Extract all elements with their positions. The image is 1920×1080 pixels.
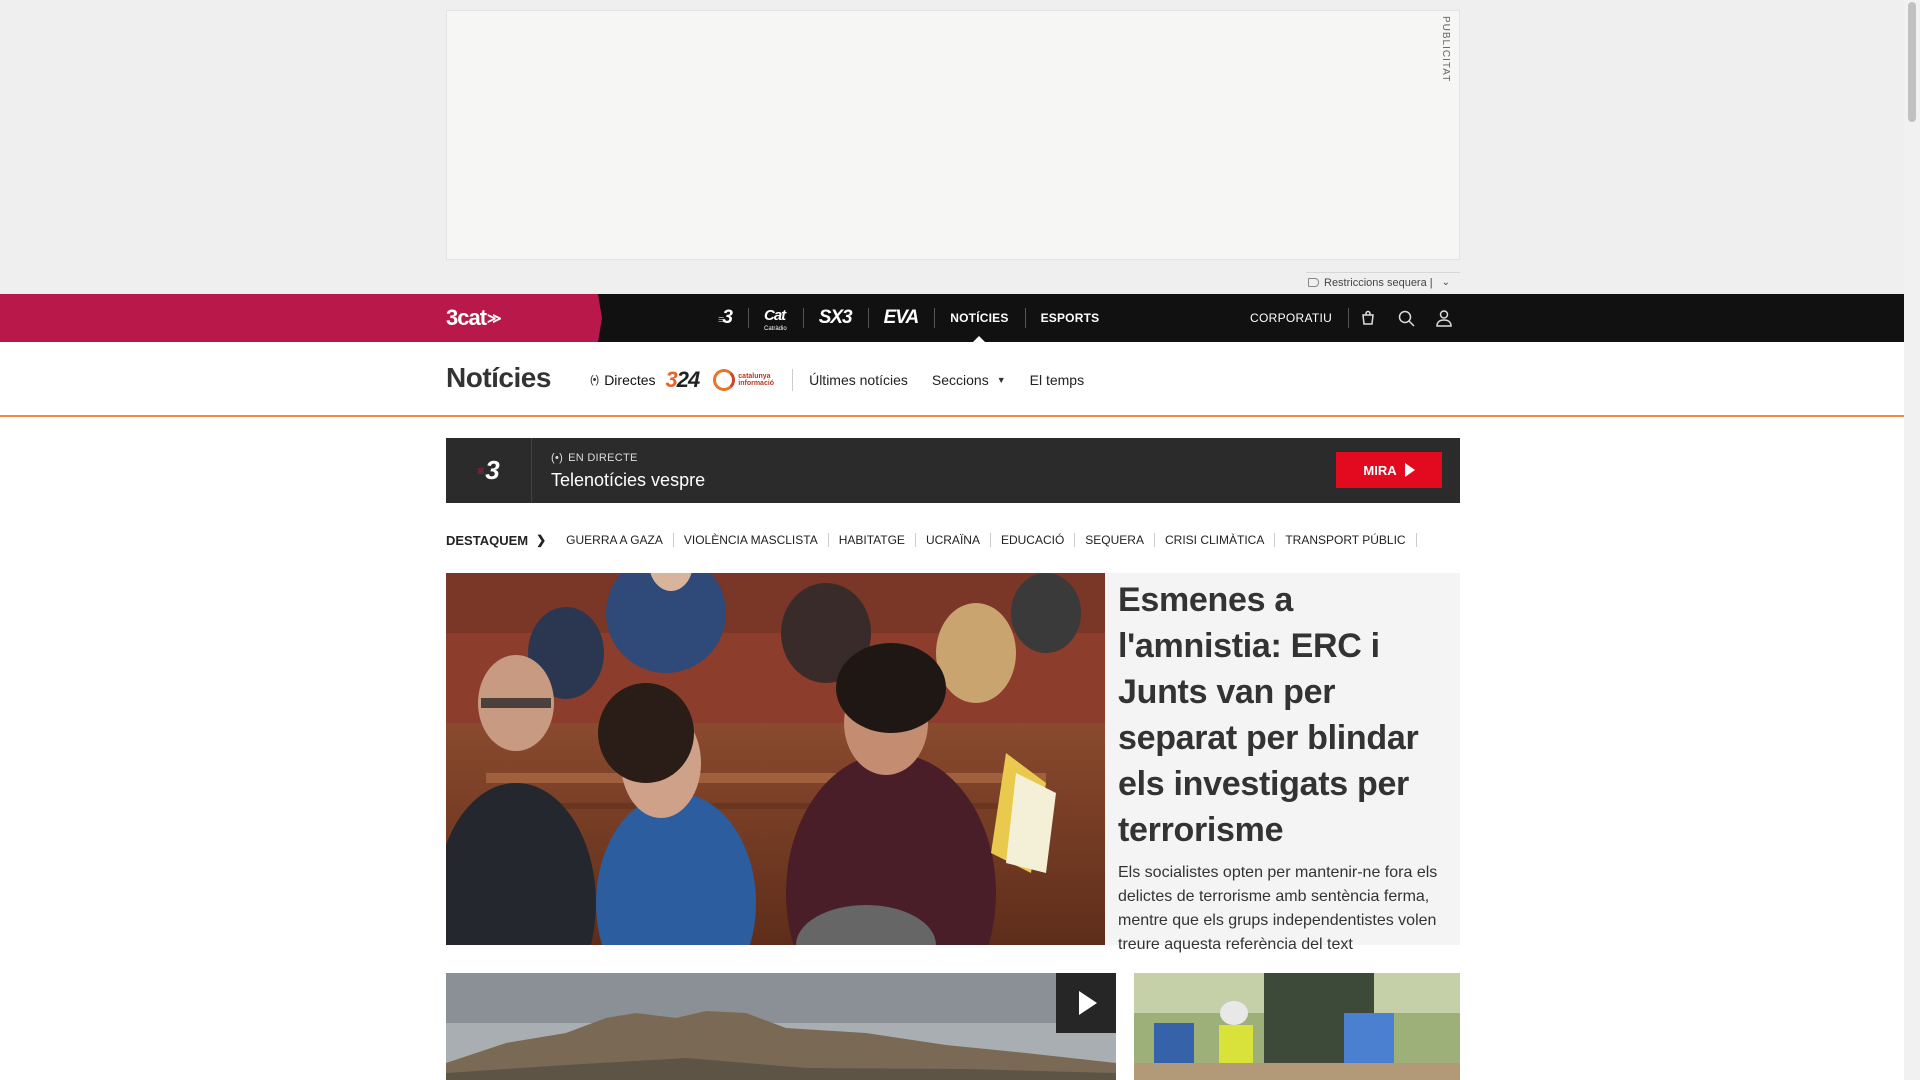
brand-arrows-icon: ≫	[487, 309, 502, 326]
topic-link[interactable]: VIOLÈNCIA MASCLISTA	[674, 533, 829, 547]
top-navigation-bar: 3cat ≫ ≡3 Cat Catràdio SX3 EVA NOTÍCIES …	[0, 294, 1904, 342]
ad-slot[interactable]	[446, 10, 1460, 260]
seccions-dropdown[interactable]: Seccions ▼	[932, 372, 1006, 388]
channel-nav: ≡3 Cat Catràdio SX3 EVA NOTÍCIES ESPORTS	[702, 294, 1115, 342]
live-program-title[interactable]: Telenotícies vespre	[551, 470, 705, 491]
topic-link[interactable]: GUERRA A GAZA	[566, 533, 674, 547]
nav-corporatiu[interactable]: CORPORATIU	[1250, 308, 1350, 328]
brand-block	[0, 294, 602, 342]
shop-bag-icon[interactable]	[1349, 294, 1387, 342]
live-broadcast-icon: (•)	[551, 452, 564, 464]
directes-link[interactable]: (•) Directes	[590, 372, 656, 388]
catalunya-informacio-logo[interactable]: catalunya informació	[713, 369, 774, 391]
section-nav: Notícies (•) Directes 3 24 catalunya info…	[0, 342, 1904, 417]
divider	[792, 369, 794, 391]
brand-name: 3cat	[446, 305, 487, 330]
channel-eva[interactable]: EVA	[867, 294, 935, 342]
topic-link[interactable]: EDUCACIÓ	[991, 533, 1076, 547]
brand-logo[interactable]: 3cat ≫	[446, 304, 502, 332]
ad-label: PUBLICITAT	[1440, 16, 1451, 83]
channel-sx3[interactable]: SX3	[802, 294, 868, 342]
section-title[interactable]: Notícies	[446, 362, 551, 394]
user-icon[interactable]	[1425, 294, 1463, 342]
watch-live-button[interactable]: MIRA	[1336, 452, 1442, 488]
top-right-tools: CORPORATIU	[1250, 294, 1463, 342]
el-temps-link[interactable]: El temps	[1030, 372, 1084, 388]
live-broadcast-icon: (•)	[590, 374, 599, 386]
topic-link[interactable]: UCRAÏNA	[916, 533, 991, 547]
topic-link[interactable]: SEQUERA	[1075, 533, 1155, 547]
channel-324-logo[interactable]: 3 24	[666, 367, 701, 393]
main-story-card[interactable]: Esmenes a l'amnistia: ERC i Junts van pe…	[446, 573, 1460, 953]
live-strip[interactable]: ≡ 3 (•) EN DIRECTE Telenotícies vespre MI…	[446, 438, 1460, 503]
channel-tv3[interactable]: ≡3	[702, 294, 748, 342]
directes-label: Directes	[604, 372, 656, 388]
chevron-down-icon: ▼	[996, 375, 1006, 385]
chevron-right-icon: ❯	[536, 533, 547, 547]
topic-link[interactable]: TRANSPORT PÚBLIC	[1275, 533, 1417, 547]
eva-logo-icon: EVA	[883, 307, 920, 328]
nav-esports[interactable]: ESPORTS	[1024, 294, 1116, 342]
landscape-photo	[446, 973, 1116, 1080]
ci-circle-icon	[713, 369, 736, 391]
catradio-logo-icon: Cat Catràdio	[764, 307, 787, 332]
scrollbar-thumb[interactable]	[1908, 2, 1916, 122]
search-icon[interactable]	[1387, 294, 1425, 342]
topic-link[interactable]: HABITATGE	[829, 533, 916, 547]
chevron-down-icon: ⌄	[1441, 277, 1451, 288]
ultimes-noticies-link[interactable]: Últimes notícies	[809, 372, 908, 388]
channel-catradio[interactable]: Cat Catràdio	[748, 294, 803, 342]
tv3-logo-icon: ≡3	[718, 307, 733, 328]
destaquem-label[interactable]: DESTAQUEM ❯	[446, 533, 546, 548]
play-video-button[interactable]	[1056, 973, 1116, 1033]
tv3-logo-icon: ≡3	[446, 438, 532, 503]
main-story-lede: Els socialistes opten per mantenir-ne fo…	[1118, 864, 1438, 953]
alert-text: Restriccions sequera |	[1324, 276, 1433, 289]
nav-noticies[interactable]: NOTÍCIES	[934, 294, 1024, 342]
story-tile[interactable]	[1134, 973, 1460, 1080]
scrollbar[interactable]	[1904, 0, 1920, 1080]
story-tile-video[interactable]	[446, 973, 1116, 1080]
section-links: (•) Directes 3 24 catalunya informació Úl…	[590, 366, 1108, 394]
alert-link[interactable]: Restriccions sequera | ⌄	[1306, 272, 1460, 292]
live-tag: (•) EN DIRECTE	[551, 452, 638, 464]
tag-icon	[1308, 278, 1319, 287]
play-icon	[1404, 463, 1415, 477]
ad-band: PUBLICITAT Restriccions sequera | ⌄	[0, 0, 1904, 294]
main-story-text: Esmenes a l'amnistia: ERC i Junts van pe…	[1118, 573, 1450, 957]
worker-photo	[1134, 973, 1460, 1080]
main-story-photo[interactable]	[446, 573, 1105, 945]
main-story-headline[interactable]: Esmenes a l'amnistia: ERC i Junts van pe…	[1118, 577, 1450, 853]
featured-topics-bar: DESTAQUEM ❯ GUERRA A GAZA VIOLÈNCIA MASC…	[446, 530, 1417, 550]
topic-link[interactable]: CRISI CLIMÀTICA	[1155, 533, 1276, 547]
sx3-logo-icon: SX3	[818, 307, 853, 328]
play-icon	[1079, 991, 1097, 1015]
